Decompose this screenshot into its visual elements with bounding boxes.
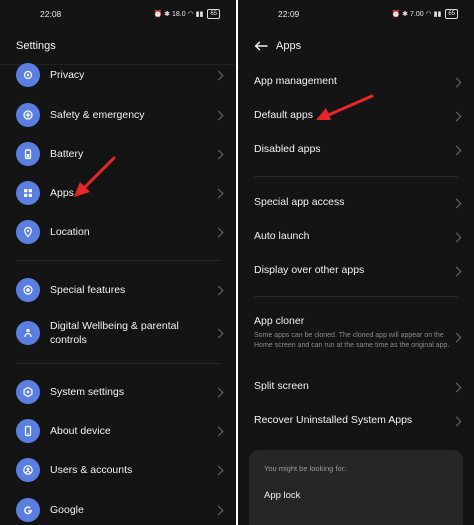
settings-item-label: Google [50,504,84,516]
settings-item-label: About device [50,425,111,437]
battery-icon [16,142,40,166]
settings-item-privacy[interactable]: Privacy [0,63,236,87]
suggestion-app-lock[interactable]: App lock [264,490,300,501]
settings-item-label: Location [50,226,90,238]
chevron-right-icon [213,149,224,160]
chevron-right-icon [451,77,462,88]
section-divider [16,260,220,261]
privacy-icon [16,63,40,87]
settings-item-label: Special features [50,284,126,296]
page-title: Settings [16,40,56,52]
status-time: 22:08 [40,9,62,19]
apps-item-label: Recover Uninstalled System Apps [254,414,413,426]
special-features-icon [16,278,40,302]
chevron-right-icon [451,416,462,427]
apps-item-split-screen[interactable]: Split screen [238,377,474,397]
apps-item-description: Some apps can be cloned. The cloned app … [254,332,450,349]
apps-item-app-cloner[interactable]: App cloner Some apps can be cloned. The … [238,312,474,362]
chevron-right-icon [451,145,462,156]
section-divider [254,296,458,297]
chevron-right-icon [213,285,224,296]
chevron-right-icon [451,111,462,122]
apps-item-label: Split screen [254,380,309,392]
apps-icon [16,181,40,205]
location-icon [16,220,40,244]
apps-item-auto-launch[interactable]: Auto launch [238,227,474,247]
section-divider [16,363,220,364]
status-icons: ⏰ ✱ 7.00 ◠ ▮▮ 65 [392,9,458,19]
chevron-right-icon [213,110,224,121]
status-indicators: ⏰ ✱ 18.0 ◠ ▮▮ [153,11,204,18]
system-settings-icon [16,380,40,404]
chevron-right-icon [213,188,224,199]
suggestion-panel: You might be looking for: App lock [249,450,463,525]
apps-item-display-over-other-apps[interactable]: Display over other apps [238,261,474,281]
battery-level: 65 [207,9,220,19]
apps-item-app-management[interactable]: App management [238,72,474,92]
page-title: Apps [276,40,302,52]
chevron-right-icon [213,387,224,398]
users-icon [16,458,40,482]
chevron-right-icon [213,227,224,238]
about-device-icon [16,419,40,443]
back-arrow-icon[interactable] [254,41,268,51]
chevron-right-icon [451,266,462,277]
settings-item-label: System settings [50,386,125,398]
status-indicators: ⏰ ✱ 7.00 ◠ ▮▮ [391,11,442,18]
settings-item-about-device[interactable]: About device [0,418,236,444]
apps-item-label: App cloner [254,315,305,327]
annotation-arrow-icon [74,156,116,197]
wellbeing-icon [16,321,40,345]
safety-icon [16,103,40,127]
status-bar: 22:08 ⏰ ✱ 18.0 ◠ ▮▮ 65 [0,8,236,22]
settings-screen: 22:08 ⏰ ✱ 18.0 ◠ ▮▮ 65 Settings Privacy … [0,0,236,525]
settings-item-special-features[interactable]: Special features [0,277,236,303]
battery-level: 65 [445,9,458,19]
apps-item-special-app-access[interactable]: Special app access [238,193,474,213]
chevron-right-icon [451,382,462,393]
apps-item-recover-uninstalled[interactable]: Recover Uninstalled System Apps [238,411,474,431]
apps-item-label: Disabled apps [254,143,321,155]
chevron-right-icon [213,70,224,81]
chevron-right-icon [213,505,224,516]
settings-item-digital-wellbeing[interactable]: Digital Wellbeing & parental controls [0,316,236,350]
annotation-arrow-icon [316,94,374,120]
suggestion-title: You might be looking for: [264,464,347,473]
apps-item-label: Special app access [254,196,345,208]
google-icon [16,498,40,522]
status-time: 22:09 [278,9,300,19]
settings-item-label: Safety & emergency [50,109,145,121]
settings-item-safety[interactable]: Safety & emergency [0,102,236,128]
apps-screen: 22:09 ⏰ ✱ 7.00 ◠ ▮▮ 65 Apps App manageme… [238,0,474,525]
chevron-right-icon [451,198,462,209]
apps-item-label: Default apps [254,109,313,121]
settings-item-location[interactable]: Location [0,219,236,245]
chevron-right-icon [451,332,462,343]
chevron-right-icon [451,232,462,243]
apps-item-label: App management [254,75,337,87]
settings-item-system-settings[interactable]: System settings [0,379,236,405]
settings-item-users-accounts[interactable]: Users & accounts [0,457,236,483]
settings-item-google[interactable]: Google [0,497,236,523]
chevron-right-icon [213,426,224,437]
status-bar: 22:09 ⏰ ✱ 7.00 ◠ ▮▮ 65 [238,8,474,22]
chevron-right-icon [213,465,224,476]
apps-item-disabled-apps[interactable]: Disabled apps [238,140,474,160]
section-divider [254,176,458,177]
status-icons: ⏰ ✱ 18.0 ◠ ▮▮ 65 [154,9,220,19]
chevron-right-icon [213,328,224,339]
apps-item-label: Display over other apps [254,264,365,276]
settings-item-label: Digital Wellbeing & parental controls [50,320,179,346]
settings-item-label: Privacy [50,69,85,81]
apps-item-label: Auto launch [254,230,310,242]
settings-item-label: Users & accounts [50,464,133,476]
